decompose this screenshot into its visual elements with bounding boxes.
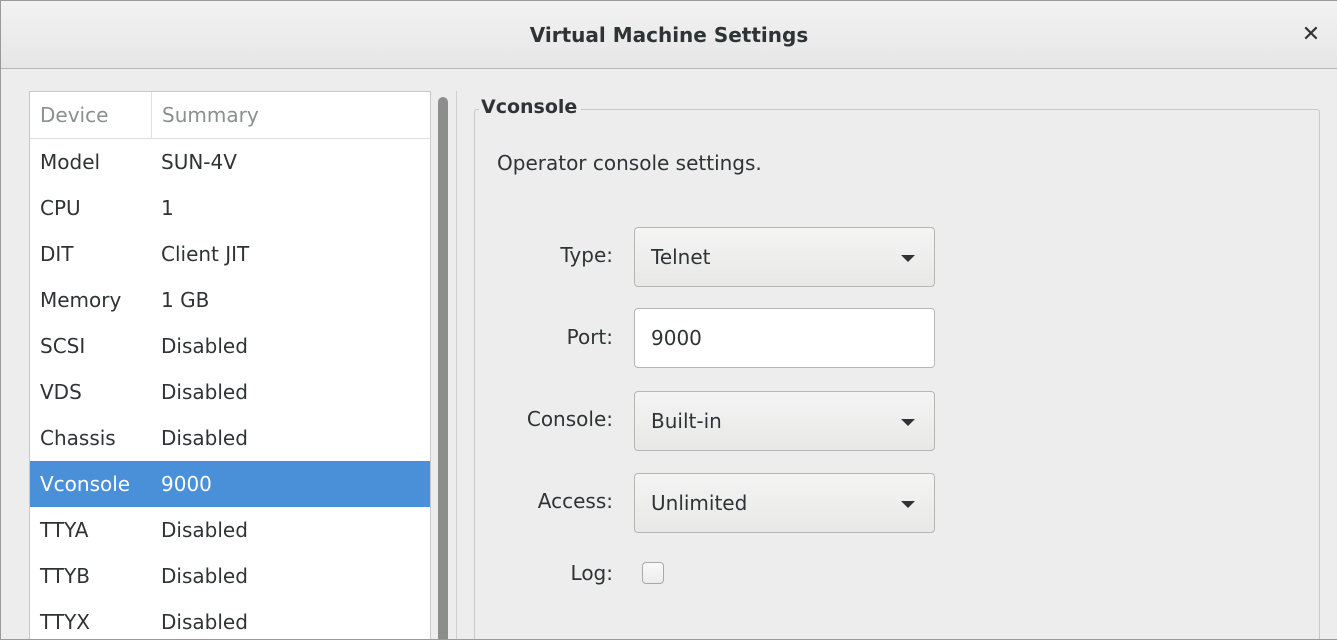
console-combo[interactable]: Built-in <box>634 391 935 451</box>
log-checkbox[interactable] <box>642 562 664 584</box>
column-header-summary[interactable]: Summary <box>151 92 430 138</box>
dropdown-arrow-icon <box>901 255 915 262</box>
device-summary: Disabled <box>161 518 248 542</box>
device-row-ttyx[interactable]: TTYX Disabled <box>30 599 430 639</box>
device-name: VDS <box>40 380 82 404</box>
port-label: Port: <box>566 325 613 349</box>
device-row-ttya[interactable]: TTYA Disabled <box>30 507 430 553</box>
device-summary: 1 <box>161 196 174 220</box>
window-title: Virtual Machine Settings <box>529 23 809 47</box>
device-summary: Disabled <box>161 380 248 404</box>
device-row-memory[interactable]: Memory 1 GB <box>30 277 430 323</box>
device-name: SCSI <box>40 334 86 358</box>
access-value: Unlimited <box>651 491 748 515</box>
pane-divider[interactable] <box>456 91 457 639</box>
device-name: Model <box>40 150 101 174</box>
frame-description: Operator console settings. <box>497 151 762 175</box>
device-row-model[interactable]: Model SUN-4V <box>30 139 430 185</box>
close-icon: ✕ <box>1301 22 1321 47</box>
device-rows: Model SUN-4V CPU 1 DIT Client JIT Memory 1 GB SC… <box>30 139 430 639</box>
column-header-device[interactable]: Device <box>30 103 151 127</box>
device-row-vconsole[interactable]: Vconsole 9000 <box>30 461 430 507</box>
dropdown-arrow-icon <box>901 419 915 426</box>
device-summary: Disabled <box>161 564 248 588</box>
close-button[interactable]: ✕ <box>1297 21 1325 49</box>
type-label: Type: <box>560 243 613 267</box>
device-list: Device Summary Model SUN-4V CPU 1 DIT Client … <box>29 91 431 639</box>
log-label: Log: <box>570 561 613 585</box>
type-value: Telnet <box>651 245 711 269</box>
device-list-header: Device Summary <box>30 92 430 139</box>
type-combo[interactable]: Telnet <box>634 227 935 287</box>
device-summary: 1 GB <box>161 288 210 312</box>
device-name: TTYX <box>40 610 90 634</box>
device-row-chassis[interactable]: Chassis Disabled <box>30 415 430 461</box>
device-summary: Disabled <box>161 334 248 358</box>
device-name: CPU <box>40 196 81 220</box>
device-summary: 9000 <box>161 472 212 496</box>
device-name: DIT <box>40 242 74 266</box>
device-row-cpu[interactable]: CPU 1 <box>30 185 430 231</box>
device-name: Vconsole <box>40 472 131 496</box>
console-value: Built-in <box>651 409 722 433</box>
device-name: Chassis <box>40 426 116 450</box>
access-combo[interactable]: Unlimited <box>634 473 935 533</box>
device-name: TTYB <box>40 564 91 588</box>
device-row-dit[interactable]: DIT Client JIT <box>30 231 430 277</box>
device-summary: Disabled <box>161 426 248 450</box>
device-summary: Disabled <box>161 610 248 634</box>
device-list-scrollbar[interactable] <box>438 97 448 639</box>
device-summary: Client JIT <box>161 242 250 266</box>
device-name: Memory <box>40 288 122 312</box>
frame-title: Vconsole <box>479 96 582 118</box>
dropdown-arrow-icon <box>901 501 915 508</box>
device-row-vds[interactable]: VDS Disabled <box>30 369 430 415</box>
device-summary: SUN-4V <box>161 150 237 174</box>
settings-window: Virtual Machine Settings ✕ Device Summar… <box>0 0 1337 640</box>
device-row-ttyb[interactable]: TTYB Disabled <box>30 553 430 599</box>
port-input[interactable]: 9000 <box>634 308 935 368</box>
title-bar[interactable]: Virtual Machine Settings ✕ <box>1 1 1337 69</box>
console-label: Console: <box>526 407 613 431</box>
device-name: TTYA <box>40 518 89 542</box>
access-label: Access: <box>537 489 613 513</box>
device-row-scsi[interactable]: SCSI Disabled <box>30 323 430 369</box>
